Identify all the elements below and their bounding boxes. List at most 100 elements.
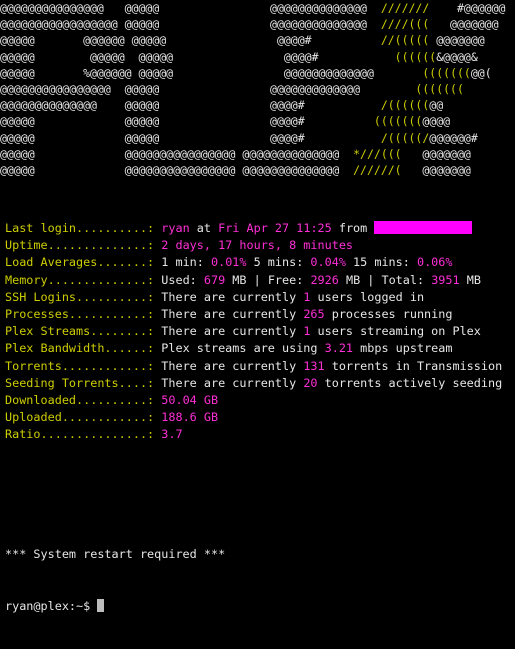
ascii-at-glyphs: @@@@@ <box>0 33 35 48</box>
ascii-art-line: @@@@@ @@@@@ @@@@@ @@@@# ((((((&@@@@& <box>0 49 515 65</box>
ascii-art-banner: @@@@@@@@@@@@@@@ @@@@@ @@@@@@@@@@@@@@ ///… <box>0 0 515 178</box>
ascii-art-line: @@@@@ @@@@@ @@@@# (((((((@@@@ <box>0 113 515 129</box>
ascii-at-glyphs: @@@@# <box>159 114 305 129</box>
ascii-at-glyphs: @@@@@@# <box>429 130 478 145</box>
motd-row-label: Plex Streams........: <box>5 324 162 339</box>
motd-row-text: There are currently <box>161 375 304 390</box>
ascii-at-glyphs: &@@@@& <box>436 49 478 64</box>
ascii-at-glyphs: @@@@@ <box>34 114 160 129</box>
ascii-at-glyphs: @@@@@ <box>124 49 174 64</box>
ascii-at-glyphs: @@@@@@@ <box>401 162 471 177</box>
ascii-at-glyphs: @@@@@@@@@@@@@@ <box>235 146 340 161</box>
motd-row: Memory..............: Used: 679 MB | Fre… <box>5 272 502 289</box>
motd-row-text: 5 mins: <box>246 255 311 270</box>
ascii-at-glyphs: @@@@@ <box>96 98 160 113</box>
ascii-at-glyphs: @@@@@ <box>0 130 35 145</box>
ascii-accent-glyphs: //((((( <box>311 33 430 48</box>
motd-row-value: 679 <box>203 272 226 287</box>
ascii-at-glyphs: #@@@@@@ <box>429 1 506 15</box>
ascii-art-line: @@@@@@@@@@@@@@@@@ @@@@@ @@@@@@@@@@@@@@ /… <box>0 16 515 32</box>
ascii-at-glyphs: @@@@# <box>159 130 305 145</box>
ascii-at-glyphs: @@@@@ <box>117 17 160 32</box>
motd-row-text: There are currently <box>161 324 304 339</box>
motd-row-label: Last login..........: <box>5 221 162 235</box>
ascii-art-line: @@@@@ @@@@@@@@@@@@@@@@ @@@@@@@@@@@@@@ //… <box>0 162 515 178</box>
motd-row-text: mbps upstream <box>353 341 453 356</box>
ascii-at-glyphs: @@@@# <box>159 98 305 113</box>
ascii-at-glyphs: @@@@@@ <box>34 33 125 48</box>
terminal-window[interactable]: @@@@@@@@@@@@@@@ @@@@@ @@@@@@@@@@@@@@ ///… <box>0 0 515 613</box>
motd-row-text: Plex streams are using <box>161 341 325 356</box>
ascii-accent-glyphs: /////// <box>366 1 430 15</box>
ascii-at-glyphs: @@@@@@@@@@@@@@@@ <box>34 146 236 161</box>
motd-row-text: torrents actively seeding <box>317 375 503 390</box>
terminal-cursor <box>97 598 105 612</box>
motd-row-text: 1 min: <box>161 255 211 270</box>
motd-row-text: users logged in <box>310 289 425 304</box>
motd-row: SSH Logins..........: There are currentl… <box>5 289 502 306</box>
ascii-art-line: @@@@@@@@@@@@@@ @@@@@ @@@@# /((((((@@ <box>0 97 515 113</box>
motd-row-label: Memory..............: <box>5 272 162 287</box>
ascii-at-glyphs: @@@@@ <box>110 81 160 96</box>
motd-row: Downloaded..........: 50.04 GB <box>5 392 502 409</box>
motd-row-value: 131 <box>303 358 325 373</box>
motd-row-text: at <box>189 221 219 235</box>
ascii-accent-glyphs: ((((((( <box>304 114 423 129</box>
ascii-at-glyphs: @@@@@ <box>103 1 160 15</box>
ascii-at-glyphs: @@@@@ <box>124 33 167 48</box>
ascii-at-glyphs: @@@@@ <box>0 162 35 177</box>
ascii-at-glyphs: @@@@@@@@@@@@@@@@@ <box>0 17 118 32</box>
ascii-at-glyphs: @@@@@@@@@@@@@@@@ <box>0 81 111 96</box>
ascii-at-glyphs: @@@@@ <box>0 65 35 80</box>
motd-row: Plex Streams........: There are currentl… <box>5 323 502 340</box>
ascii-at-glyphs: @@@@@@@@@@@@@@ <box>159 17 367 32</box>
motd-row-label: Uploaded............: <box>5 410 162 425</box>
ascii-at-glyphs: @@@@@ <box>131 65 174 80</box>
motd-row-label: Uptime..............: <box>5 238 162 253</box>
ascii-accent-glyphs: ((((((( <box>360 81 464 96</box>
motd-row: Processes...........: There are currentl… <box>5 306 502 323</box>
ascii-accent-glyphs: *///((( <box>339 146 402 161</box>
ascii-at-glyphs: @@@@@@@@@@@@@@@ <box>0 1 104 15</box>
motd-row-value: 188.6 GB <box>161 410 219 425</box>
motd-row-text: There are currently <box>161 289 304 304</box>
motd-row: Seeding Torrents....: There are currentl… <box>5 375 502 392</box>
ascii-at-glyphs: @@@@ <box>422 114 451 129</box>
motd-row-label: SSH Logins..........: <box>5 289 162 304</box>
shell-prompt-line[interactable]: ryan@plex:~$ <box>5 598 225 615</box>
motd-row-value: 0.06% <box>416 255 453 270</box>
ascii-at-glyphs: @@@@@ <box>0 114 35 129</box>
shell-prompt: ryan@plex:~$ <box>5 598 98 613</box>
motd-row-value: 0.01% <box>210 255 247 270</box>
motd-row-value: 50.04 GB <box>161 392 219 407</box>
motd-row: Last login..........: ryan at Fri Apr 27… <box>5 220 502 237</box>
motd-row: Plex Bandwidth......: Plex streams are u… <box>5 340 502 357</box>
ascii-at-glyphs: @@@@@@@@@@@@@ <box>173 65 374 80</box>
motd-row-text: torrents in Transmission <box>324 358 503 373</box>
ascii-art-line: @@@@@@@@@@@@@@@ @@@@@ @@@@@@@@@@@@@@ ///… <box>0 0 515 16</box>
motd-row-text: MB | Total: <box>338 272 432 287</box>
motd-row-label: Plex Bandwidth......: <box>5 341 162 356</box>
ascii-art-line: @@@@@ @@@@@@ @@@@@ @@@@# //((((( @@@@@@@ <box>0 32 515 48</box>
motd-row-value: 3951 <box>431 272 460 287</box>
motd-row-label: Seeding Torrents....: <box>5 375 162 390</box>
motd-row-text: processes running <box>324 306 453 321</box>
motd-row-text: There are currently <box>161 306 304 321</box>
ascii-accent-glyphs: ((((((( <box>373 65 471 80</box>
redacted-host-bar <box>374 221 473 234</box>
motd-row: Load Averages.......: 1 min: 0.01% 5 min… <box>5 254 502 271</box>
ascii-accent-glyphs: /(((((( <box>304 98 430 113</box>
motd-row-text: MB | Free: <box>225 272 311 287</box>
motd-row: Uptime..............: 2 days, 17 hours, … <box>5 237 502 254</box>
motd-row-label: Ratio...............: <box>5 427 162 442</box>
ascii-at-glyphs: @@@@# <box>173 49 319 64</box>
ascii-at-glyphs: @@@@# <box>166 33 312 48</box>
motd-row-text: MB <box>459 272 481 287</box>
motd-row: Uploaded............: 188.6 GB <box>5 409 502 426</box>
motd-row-value: 3.7 <box>161 427 183 442</box>
ascii-accent-glyphs: (((((( <box>318 49 437 64</box>
ascii-at-glyphs: @@( <box>470 65 492 80</box>
ascii-at-glyphs: @@@@@@@@@@@@@ <box>159 81 361 96</box>
motd-row-label: Processes...........: <box>5 306 162 321</box>
ascii-at-glyphs: @@@@@ <box>0 49 35 64</box>
